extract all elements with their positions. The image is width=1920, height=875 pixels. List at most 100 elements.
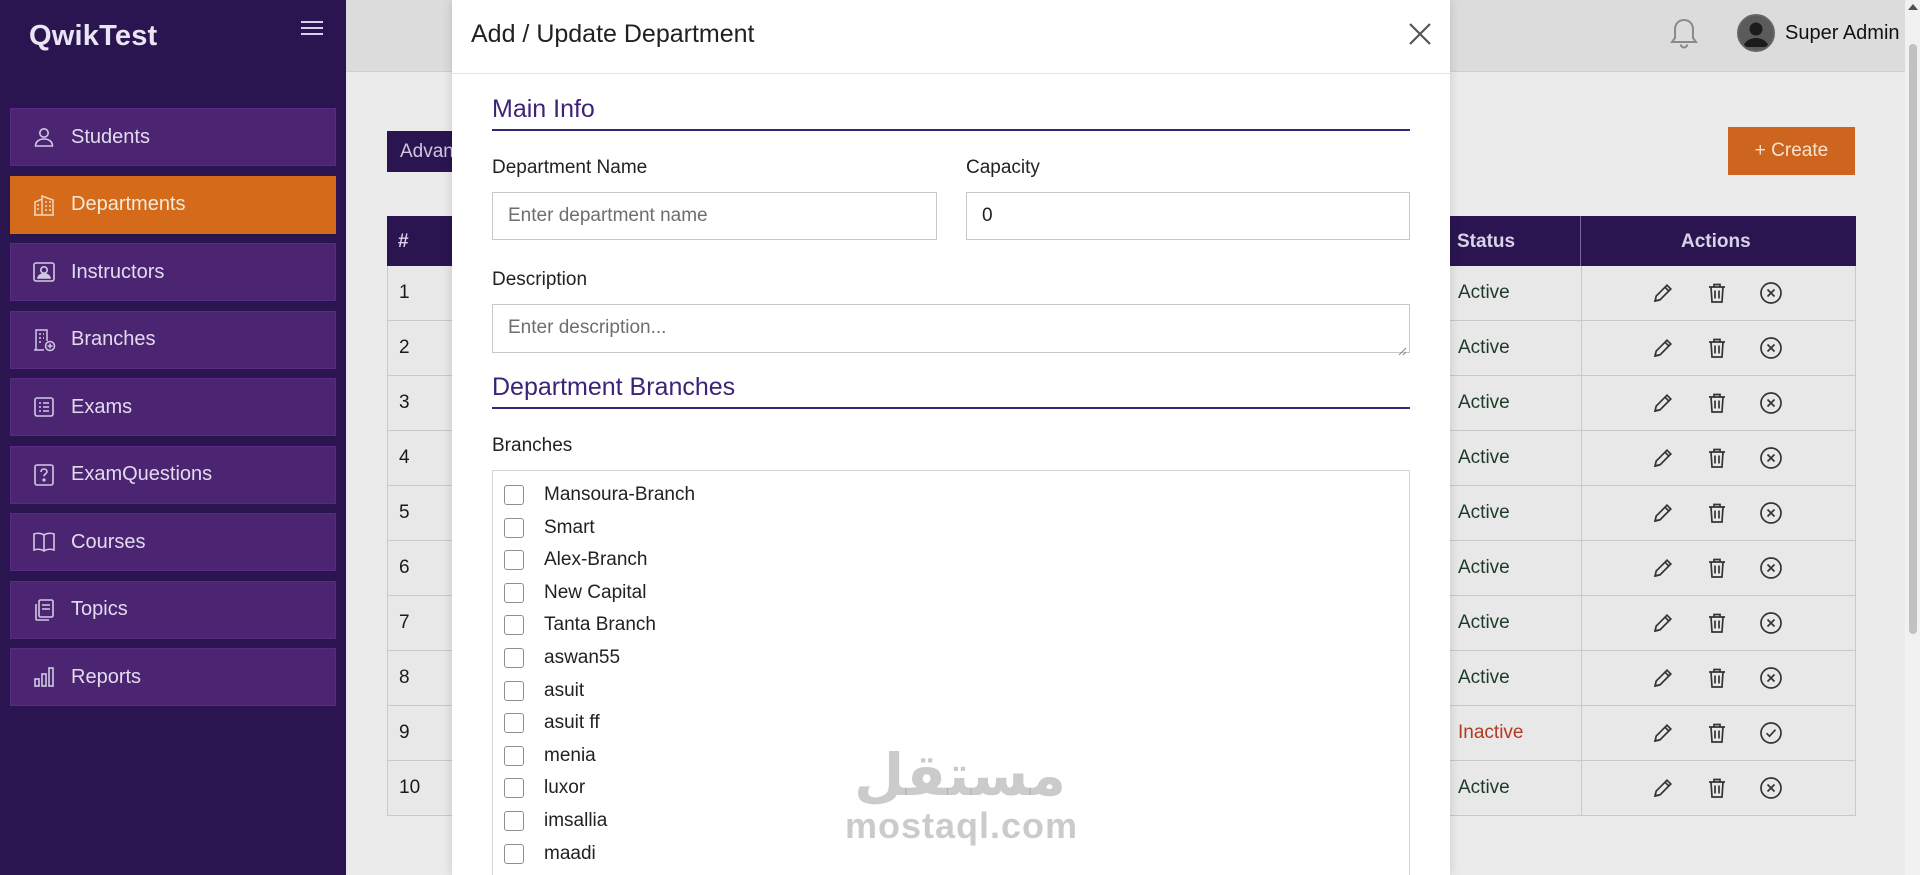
sidebar-item-branches[interactable]: Branches (10, 310, 336, 369)
branch-option[interactable]: menia (504, 745, 596, 767)
sidebar-item-departments[interactable]: Departments (10, 175, 336, 234)
branch-checkbox[interactable] (504, 843, 524, 864)
page-scrollbar[interactable] (1905, 0, 1920, 875)
sidebar-item-topics[interactable]: Topics (10, 580, 336, 639)
status-badge: Active (1458, 447, 1510, 468)
user-icon (31, 124, 57, 150)
branch-checkbox[interactable] (504, 745, 524, 766)
bar-chart-icon (31, 664, 57, 690)
delete-trash-icon[interactable] (1704, 555, 1730, 581)
branch-option[interactable]: Tanta Branch (504, 614, 656, 636)
brand-logo[interactable]: QwikTest (29, 20, 157, 53)
department-name-input[interactable]: Enter department name (492, 192, 937, 240)
row-number: 8 (399, 667, 410, 688)
bell-icon[interactable] (1669, 16, 1699, 50)
avatar[interactable] (1737, 14, 1775, 52)
sidebar-item-exams[interactable]: Exams (10, 378, 336, 436)
deactivate-x-icon[interactable] (1758, 280, 1784, 306)
edit-pencil-icon[interactable] (1650, 500, 1676, 526)
delete-trash-icon[interactable] (1704, 335, 1730, 361)
status-badge: Active (1458, 612, 1510, 633)
branches-label: Branches (492, 435, 573, 456)
branch-option[interactable]: Alex-Branch (504, 549, 648, 571)
delete-trash-icon[interactable] (1704, 280, 1730, 306)
sidebar-item-reports[interactable]: Reports (10, 648, 336, 706)
edit-pencil-icon[interactable] (1650, 720, 1676, 746)
stack-icon (31, 597, 57, 623)
description-textarea[interactable]: Enter description... (492, 304, 1410, 356)
close-icon[interactable] (1406, 20, 1434, 48)
watermark: مستقل mostaql.com (845, 745, 1077, 847)
sidebar-nav: Students Departments Instructors Branche… (10, 108, 336, 716)
delete-trash-icon[interactable] (1704, 775, 1730, 801)
activate-check-icon[interactable] (1758, 720, 1784, 746)
branch-option[interactable]: New Capital (504, 582, 646, 604)
modal-title: Add / Update Department (471, 20, 755, 48)
resize-handle-icon[interactable] (1397, 340, 1407, 356)
delete-trash-icon[interactable] (1704, 500, 1730, 526)
branch-checkbox[interactable] (504, 550, 524, 571)
deactivate-x-icon[interactable] (1758, 335, 1784, 361)
edit-pencil-icon[interactable] (1650, 445, 1676, 471)
description-placeholder: Enter description... (508, 317, 667, 338)
edit-pencil-icon[interactable] (1650, 775, 1676, 801)
branch-option[interactable]: asuit ff (504, 712, 600, 734)
delete-trash-icon[interactable] (1704, 610, 1730, 636)
deactivate-x-icon[interactable] (1758, 610, 1784, 636)
delete-trash-icon[interactable] (1704, 390, 1730, 416)
sidebar-item-students[interactable]: Students (10, 108, 336, 166)
delete-trash-icon[interactable] (1704, 445, 1730, 471)
branch-checkbox[interactable] (504, 517, 524, 538)
sidebar-item-examquestions[interactable]: ExamQuestions (10, 445, 336, 504)
delete-trash-icon[interactable] (1704, 720, 1730, 746)
deactivate-x-icon[interactable] (1758, 390, 1784, 416)
edit-pencil-icon[interactable] (1650, 610, 1676, 636)
branch-checkbox[interactable] (504, 485, 524, 505)
row-actions (1581, 596, 1857, 651)
edit-pencil-icon[interactable] (1650, 335, 1676, 361)
delete-trash-icon[interactable] (1704, 665, 1730, 691)
scroll-up-icon[interactable] (1908, 4, 1918, 10)
deactivate-x-icon[interactable] (1758, 775, 1784, 801)
sidebar-item-instructors[interactable]: Instructors (10, 243, 336, 301)
branch-option[interactable]: maadi (504, 843, 596, 865)
column-divider (1580, 216, 1581, 266)
column-header-actions: Actions (1681, 231, 1751, 252)
branch-checkbox[interactable] (504, 648, 524, 668)
branch-option[interactable]: asuit (504, 680, 584, 702)
modal-header: Add / Update Department (452, 0, 1450, 74)
branch-checkbox[interactable] (504, 615, 524, 636)
status-badge: Active (1458, 667, 1510, 688)
deactivate-x-icon[interactable] (1758, 665, 1784, 691)
user-name[interactable]: Super Admin (1785, 22, 1900, 45)
branch-checkbox[interactable] (504, 811, 524, 831)
branch-option[interactable]: Smart (504, 517, 595, 539)
edit-pencil-icon[interactable] (1650, 665, 1676, 691)
edit-pencil-icon[interactable] (1650, 280, 1676, 306)
deactivate-x-icon[interactable] (1758, 445, 1784, 471)
branch-checkbox[interactable] (504, 680, 524, 701)
branch-option[interactable]: aswan55 (504, 647, 620, 669)
sidebar-item-label: Reports (71, 665, 142, 688)
row-number: 5 (399, 502, 410, 523)
branch-option[interactable]: imsallia (504, 810, 607, 832)
hamburger-menu-icon[interactable] (301, 18, 323, 40)
branch-checkbox[interactable] (504, 713, 524, 734)
sidebar-item-label: Students (71, 125, 150, 148)
branch-checkbox[interactable] (504, 582, 524, 603)
deactivate-x-icon[interactable] (1758, 555, 1784, 581)
edit-pencil-icon[interactable] (1650, 390, 1676, 416)
sidebar-item-courses[interactable]: Courses (10, 513, 336, 571)
create-button[interactable]: + Create (1728, 127, 1855, 175)
branch-option[interactable]: luxor (504, 777, 585, 799)
section-divider (492, 129, 1410, 131)
branch-checkbox[interactable] (504, 778, 524, 799)
status-badge: Active (1458, 282, 1510, 303)
branch-label: imsallia (544, 810, 608, 831)
branch-option[interactable]: Mansoura-Branch (504, 484, 695, 506)
deactivate-x-icon[interactable] (1758, 500, 1784, 526)
capacity-input[interactable]: 0 (966, 192, 1410, 240)
scroll-thumb[interactable] (1909, 44, 1917, 634)
edit-pencil-icon[interactable] (1650, 555, 1676, 581)
sidebar-item-label: Departments (71, 193, 186, 215)
